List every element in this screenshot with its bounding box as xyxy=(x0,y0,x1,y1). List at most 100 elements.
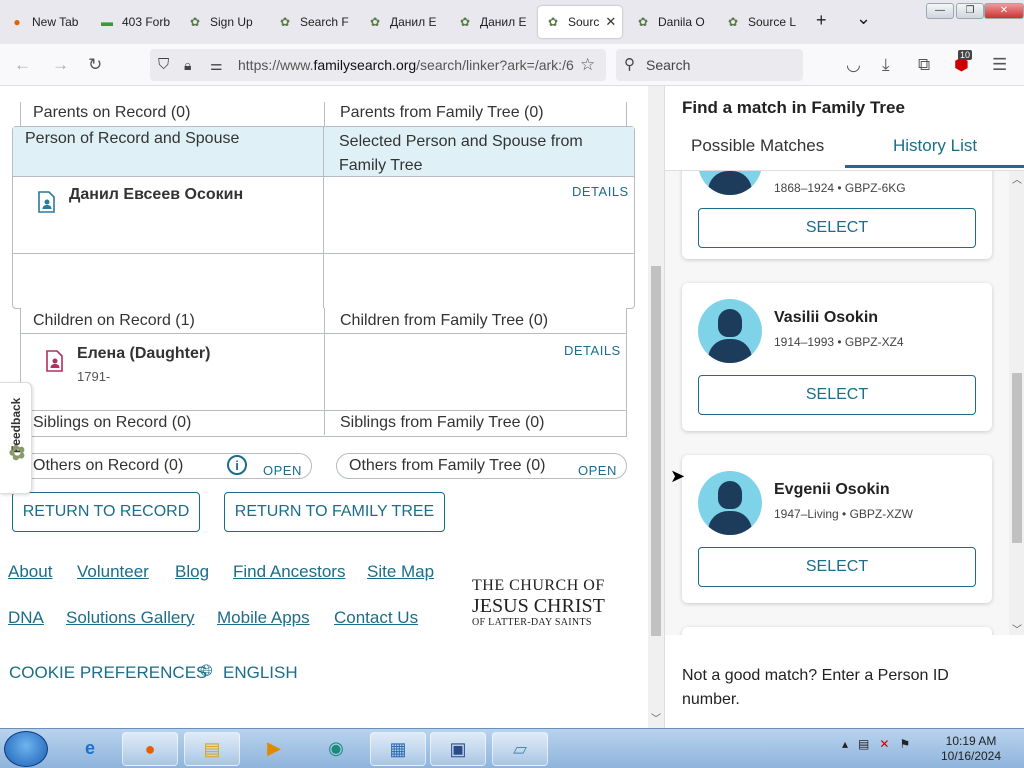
match-list-scrollbar-thumb[interactable] xyxy=(1012,373,1022,543)
menu-icon[interactable]: ☰ xyxy=(992,55,1007,75)
church-logo[interactable]: THE CHURCH OF JESUS CHRIST OF LATTER-DAY… xyxy=(472,578,605,628)
pocket-icon[interactable]: ◡ xyxy=(846,55,861,75)
list-all-tabs-icon[interactable]: ⌄ xyxy=(856,8,871,29)
file-explorer-icon[interactable]: ▤ xyxy=(184,732,240,766)
select-button[interactable]: SELECT xyxy=(698,375,976,415)
tab-new-tab[interactable]: ● New Tab xyxy=(2,6,94,38)
match-name[interactable]: Evgenii Osokin xyxy=(774,481,890,499)
app-icon[interactable]: ◉ xyxy=(308,732,364,766)
downloads-icon[interactable]: ⤓ xyxy=(882,55,890,75)
flag-icon[interactable]: ⚑ xyxy=(899,737,910,751)
close-tab-icon[interactable]: ✕ xyxy=(605,14,616,30)
footer: About Volunteer Blog Find Ancestors Site… xyxy=(0,544,648,728)
return-to-record-button[interactable]: RETURN TO RECORD xyxy=(12,492,200,532)
tracking-shield-icon[interactable]: ⛉ xyxy=(158,49,169,81)
url-bar[interactable]: ⛉ 🔒︎ ⚌ https://www.familysearch.org/sear… xyxy=(150,49,606,81)
taskbar: e ● ▤ ▶ ◉ ▦ ▣ ▱ ▴ ▤ ✕ ⚑ 10:19 AM 10/16/2… xyxy=(0,728,1024,768)
tab-history-list[interactable]: History List xyxy=(893,136,977,156)
tab-danil-2[interactable]: ✿ Данил Е xyxy=(450,6,536,38)
familysearch-tree-icon: ✿ xyxy=(547,15,559,29)
tab-source-active[interactable]: ✿ Sourc ✕ xyxy=(538,6,622,38)
child-record-icon xyxy=(45,350,65,372)
extensions-icon[interactable]: ⧉ xyxy=(918,55,930,75)
scroll-up-icon[interactable]: ︿ xyxy=(1012,171,1022,186)
match-list-scrollbar[interactable]: ︿ ﹀ xyxy=(1009,171,1024,636)
footer-link-site-map[interactable]: Site Map xyxy=(367,562,434,582)
show-hidden-icons[interactable]: ▴ xyxy=(842,737,848,751)
footer-link-volunteer[interactable]: Volunteer xyxy=(77,562,149,582)
url-domain: familysearch.org xyxy=(313,57,417,73)
network-tray-icon[interactable]: ▤ xyxy=(858,737,869,751)
reload-icon[interactable]: ↻ xyxy=(88,55,102,75)
familysearch-tree-icon: ✿ xyxy=(189,15,201,29)
info-icon[interactable]: i xyxy=(227,455,247,475)
tab-source-l[interactable]: ✿ Source L xyxy=(718,6,806,38)
close-window-button[interactable]: ✕ xyxy=(984,3,1024,19)
tab-possible-matches[interactable]: Possible Matches xyxy=(691,136,824,156)
internet-explorer-icon[interactable]: e xyxy=(62,732,118,766)
control-panel-icon[interactable]: ▦ xyxy=(370,732,426,766)
browser-chrome: ● New Tab ▬ 403 Forb ✿ Sign Up ✿ Search F ✿ Д… xyxy=(0,0,1024,86)
column-divider xyxy=(324,308,325,435)
person-name[interactable]: Данил Евсеев Осокин xyxy=(69,186,243,204)
scroll-down-icon[interactable]: ﹀ xyxy=(651,710,661,725)
tab-label: Danila O xyxy=(658,15,705,29)
parents-row: Parents on Record (0) Parents from Famil… xyxy=(20,102,627,127)
others-tree-open-link[interactable]: OPEN xyxy=(578,459,617,483)
match-info: 1914–1993 • GBPZ-XZ4 xyxy=(774,335,904,349)
volume-muted-icon[interactable]: ✕ xyxy=(879,737,889,751)
person-details-link[interactable]: DETAILS xyxy=(572,184,629,199)
familysearch-tree-icon: ✿ xyxy=(369,15,381,29)
footer-link-about[interactable]: About xyxy=(8,562,52,582)
firefox-taskbar-icon[interactable]: ● xyxy=(122,732,178,766)
footer-link-contact-us[interactable]: Contact Us xyxy=(334,608,418,628)
main-scrollbar-thumb[interactable] xyxy=(651,266,661,636)
minimize-button[interactable]: — xyxy=(926,3,954,19)
footer-link-mobile-apps[interactable]: Mobile Apps xyxy=(217,608,310,628)
select-button[interactable]: SELECT xyxy=(698,547,976,587)
language-link[interactable]: ENGLISH xyxy=(223,663,298,683)
search-placeholder: Search xyxy=(646,57,691,73)
permissions-icon[interactable]: ⚌ xyxy=(210,49,223,81)
return-to-family-tree-button[interactable]: RETURN TO FAMILY TREE xyxy=(224,492,445,532)
footer-link-find-ancestors[interactable]: Find Ancestors xyxy=(233,562,345,582)
feedback-tab[interactable]: Feedback ✿ xyxy=(0,382,32,494)
notepad-icon[interactable]: ▱ xyxy=(492,732,548,766)
cookie-preferences-link[interactable]: COOKIE PREFERENCES xyxy=(9,663,207,683)
restore-button[interactable]: ❐ xyxy=(956,3,984,19)
familysearch-tree-icon: ✿ xyxy=(459,15,471,29)
network-app-icon[interactable]: ▣ xyxy=(430,732,486,766)
image-icon: ▬ xyxy=(101,15,113,29)
back-icon[interactable]: ← xyxy=(14,55,31,75)
child-name[interactable]: Елена (Daughter) xyxy=(77,345,210,363)
clock[interactable]: 10:19 AM 10/16/2024 xyxy=(938,734,1004,764)
extensions-badge: 10 xyxy=(958,50,973,60)
match-name[interactable]: Vasilii Osokin xyxy=(774,309,878,327)
new-tab-icon[interactable]: + xyxy=(816,10,827,31)
forward-icon[interactable]: → xyxy=(52,55,69,75)
lock-icon[interactable]: 🔒︎ xyxy=(184,49,191,81)
footer-link-solutions-gallery[interactable]: Solutions Gallery xyxy=(66,608,195,628)
children-from-tree: Children from Family Tree (0) xyxy=(340,312,549,329)
tab-search[interactable]: ✿ Search F xyxy=(270,6,358,38)
match-card: 1868–1924 • GBPZ-6KG SELECT xyxy=(682,171,992,259)
select-button[interactable]: SELECT xyxy=(698,208,976,248)
tab-label: Source L xyxy=(748,15,797,29)
media-player-icon[interactable]: ▶ xyxy=(246,732,302,766)
tab-label: Sourc xyxy=(568,15,600,29)
bookmark-star-icon[interactable]: ☆ xyxy=(580,55,595,75)
tab-403[interactable]: ▬ 403 Forb xyxy=(92,6,178,38)
search-input[interactable]: ⚲ Search xyxy=(616,49,803,81)
tab-danil-1[interactable]: ✿ Данил Е xyxy=(360,6,448,38)
main-scrollbar[interactable]: ﹀ xyxy=(648,86,664,728)
start-button[interactable] xyxy=(4,731,48,767)
footer-link-blog[interactable]: Blog xyxy=(175,562,209,582)
child-details-link[interactable]: DETAILS xyxy=(564,343,621,358)
tab-sign-up[interactable]: ✿ Sign Up xyxy=(180,6,268,38)
footer-link-dna[interactable]: DNA xyxy=(8,608,44,628)
church-logo-line2: JESUS CHRIST xyxy=(472,595,605,617)
tab-danila[interactable]: ✿ Danila O xyxy=(628,6,716,38)
scroll-down-icon[interactable]: ﹀ xyxy=(1012,621,1022,636)
others-on-record: Others on Record (0) xyxy=(33,457,184,474)
others-record-open-link[interactable]: OPEN xyxy=(263,459,302,483)
